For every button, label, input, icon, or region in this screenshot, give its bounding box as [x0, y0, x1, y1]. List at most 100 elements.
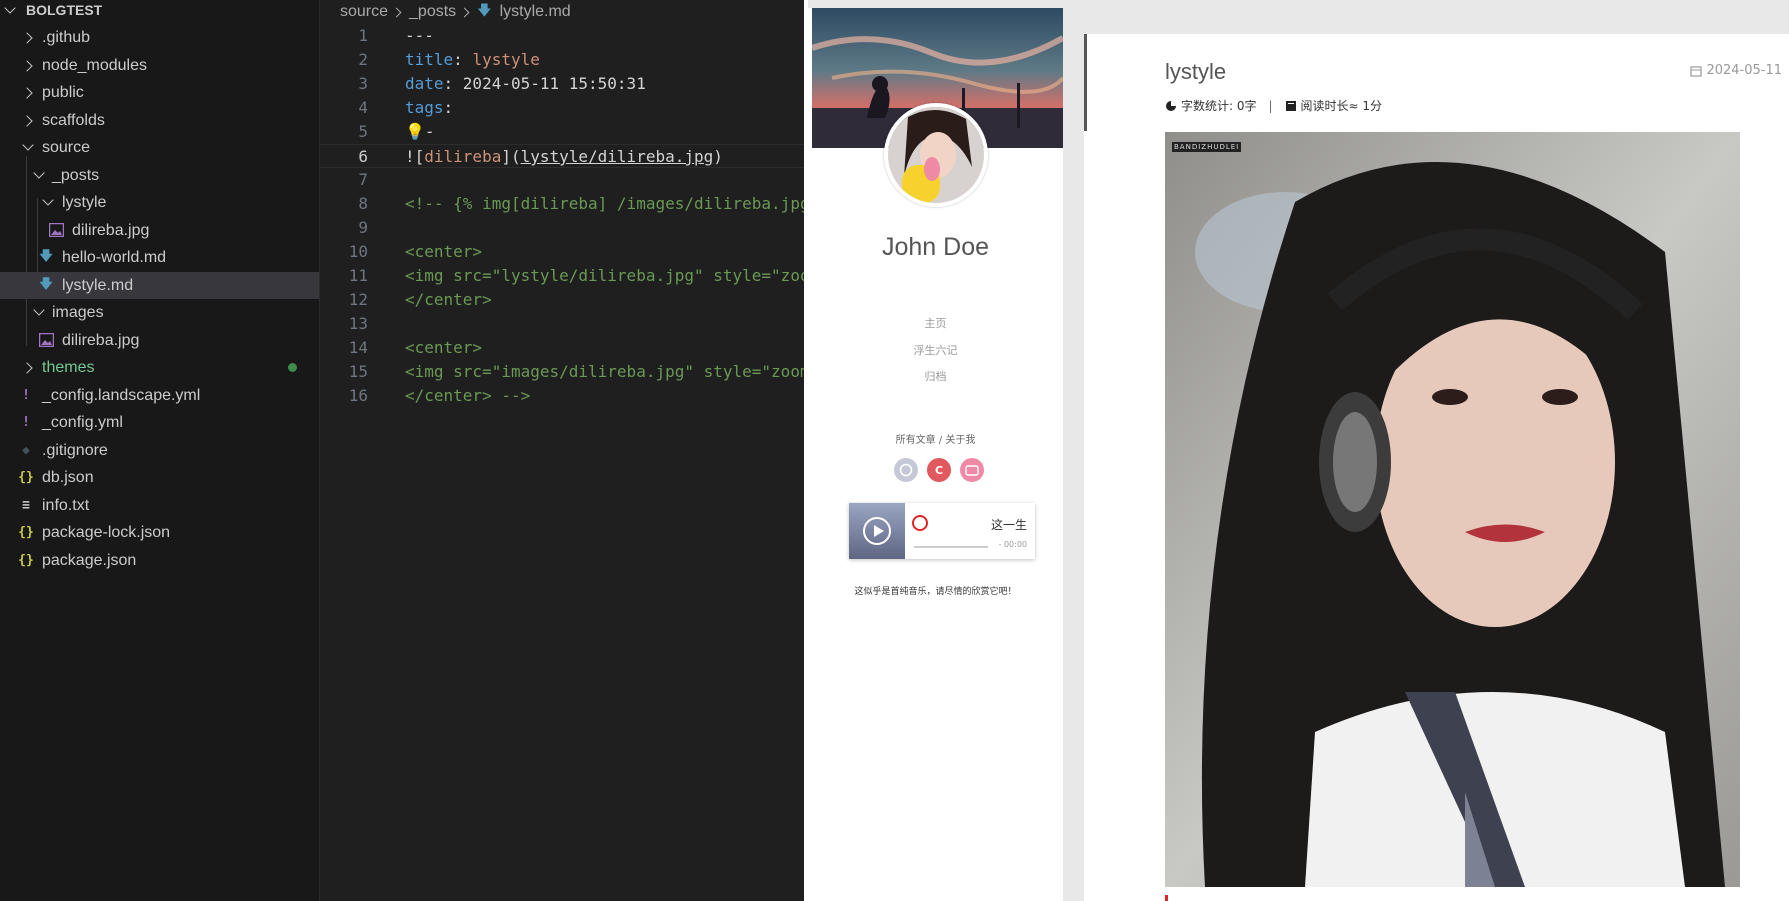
tree-file-package-json[interactable]: {} package.json	[0, 547, 319, 574]
code-line[interactable]: 2 title: lystyle	[320, 48, 804, 72]
breadcrumb-file[interactable]: lystyle.md	[500, 3, 571, 21]
tree-file-config-yml[interactable]: ! _config.yml	[0, 409, 319, 436]
md-image-mid: ](	[501, 147, 521, 166]
breadcrumb-source[interactable]: source	[340, 3, 388, 21]
modified-indicator-dot	[288, 363, 297, 372]
tree-folder-github[interactable]: .github	[0, 24, 319, 51]
bilibili-icon[interactable]	[960, 458, 984, 482]
code-line[interactable]: 15 <img src="images/dilireba.jpg" style="…	[320, 360, 804, 384]
chevron-right-icon	[21, 32, 33, 44]
progress-bar[interactable]	[914, 546, 988, 548]
md-image-close: )	[713, 147, 723, 166]
watermark: BANDIZHUDLEI	[1172, 142, 1242, 152]
line-number: 15	[348, 362, 368, 381]
yaml-icon: !	[22, 415, 30, 430]
line-code: <img src="images/dilireba.jpg" style="zo…	[405, 362, 804, 381]
nav-sublinks[interactable]: 所有文章 / 关于我	[808, 431, 1063, 446]
code-line[interactable]: 7	[320, 168, 804, 192]
code-line[interactable]: 16 </center> -->	[320, 384, 804, 408]
red-accent-mark	[1165, 895, 1168, 901]
author-avatar[interactable]	[884, 103, 988, 207]
line-number: 13	[348, 314, 368, 333]
breadcrumb-posts[interactable]: _posts	[409, 3, 456, 21]
tree-file-config-landscape-yml[interactable]: ! _config.landscape.yml	[0, 382, 319, 409]
line-code: <!-- {% img[dilireba] /images/dilireba.j…	[405, 194, 804, 213]
tree-folder-node-modules[interactable]: node_modules	[0, 52, 319, 79]
line-number: 7	[358, 170, 368, 189]
line-number: 12	[348, 290, 368, 309]
line-code: ---	[405, 26, 434, 45]
code-line[interactable]: 5 💡-	[320, 120, 804, 144]
article-card: lystyle 2024-05-11 字数统计: 0字 | 阅读时长≈ 1分 B…	[1084, 34, 1789, 901]
code-line[interactable]: 10 <center>	[320, 240, 804, 264]
line-number: 4	[358, 98, 368, 117]
tree-file-db-json[interactable]: {} db.json	[0, 464, 319, 491]
tree-folder-posts[interactable]: _posts	[0, 162, 319, 189]
tree-folder-themes[interactable]: themes	[0, 354, 319, 381]
netease-music-icon	[912, 515, 928, 531]
nav-diary-link[interactable]: 浮生六记	[808, 342, 1063, 358]
code-line[interactable]: 9	[320, 216, 804, 240]
code-line[interactable]: 3 date: 2024-05-11 15:50:31	[320, 72, 804, 96]
tree-file-lystyle-md[interactable]: 🡇 lystyle.md	[0, 272, 319, 299]
tree-folder-scaffolds[interactable]: scaffolds	[0, 107, 319, 134]
line-number: 5	[358, 122, 368, 141]
json-icon: {}	[18, 553, 34, 568]
md-image-alt: dilireba	[424, 147, 502, 166]
image-file-icon	[39, 333, 54, 347]
tree-file-info-txt[interactable]: ≡ info.txt	[0, 492, 319, 519]
article-title[interactable]: lystyle	[1165, 59, 1226, 85]
code-line[interactable]: 12 </center>	[320, 288, 804, 312]
author-name: John Doe	[881, 233, 990, 261]
word-count: 字数统计: 0字	[1181, 99, 1257, 113]
csdn-icon[interactable]: C	[927, 458, 951, 482]
tree-file-package-lock-json[interactable]: {} package-lock.json	[0, 519, 319, 546]
article-accent-border	[1084, 34, 1087, 131]
chevron-right-icon	[459, 7, 470, 17]
chevron-right-icon	[21, 87, 33, 99]
song-title: 这一生	[990, 518, 1027, 532]
code-line[interactable]: 11 <img src="lystyle/dilireba.jpg" style=…	[320, 264, 804, 288]
line-number: 8	[358, 194, 368, 213]
md-image-link[interactable]: lystyle/dilireba.jpg	[521, 147, 714, 166]
code-line[interactable]: 13	[320, 312, 804, 336]
chevron-down-icon	[4, 2, 16, 14]
album-cover	[849, 503, 905, 559]
code-line[interactable]: 14 <center>	[320, 336, 804, 360]
calendar-icon	[1690, 65, 1703, 77]
code-line[interactable]: 1 ---	[320, 24, 804, 48]
tree-folder-images[interactable]: images	[0, 299, 319, 326]
nav-home-link[interactable]: 主页	[808, 315, 1063, 331]
tree-file-images-dilireba-jpg[interactable]: dilireba.jpg	[0, 327, 319, 354]
yaml-key: date	[405, 74, 444, 93]
line-number: 9	[358, 218, 368, 237]
code-line[interactable]: 8 <!-- {% img[dilireba] /images/dilireba.…	[320, 192, 804, 216]
tree-file-gitignore[interactable]: ◆ .gitignore	[0, 437, 319, 464]
chevron-right-icon	[21, 362, 33, 374]
line-code: <center>	[405, 242, 483, 261]
chevron-down-icon	[33, 167, 45, 179]
explorer-root-folder[interactable]: BOLGTEST	[0, 0, 319, 20]
yaml-key: title	[405, 50, 454, 69]
tree-folder-source[interactable]: source	[0, 134, 319, 161]
yaml-value: lystyle	[472, 50, 540, 69]
tree-folder-lystyle[interactable]: lystyle	[0, 189, 319, 216]
lightbulb-icon[interactable]: 💡	[405, 122, 425, 141]
line-number: 2	[358, 50, 368, 69]
code-line-current[interactable]: 6 ![dilireba](lystyle/dilireba.jpg)	[320, 144, 804, 168]
nav-archive-link[interactable]: 归档	[808, 368, 1063, 384]
line-code: <img src="lystyle/dilireba.jpg" style="z…	[405, 266, 804, 285]
chevron-down-icon	[42, 194, 54, 206]
tree-file-hello-world-md[interactable]: 🡇 hello-world.md	[0, 244, 319, 271]
chevron-right-icon	[391, 7, 402, 17]
avatar-photo	[888, 107, 984, 203]
tree-file-dilireba-jpg[interactable]: dilireba.jpg	[0, 217, 319, 244]
play-icon[interactable]	[863, 517, 891, 545]
code-editor[interactable]: source _posts 🡇 lystyle.md 1 --- 2 title: …	[320, 0, 804, 901]
yaml-colon: :	[453, 50, 473, 69]
code-line[interactable]: 4 tags:	[320, 96, 804, 120]
tree-folder-public[interactable]: public	[0, 79, 319, 106]
github-icon[interactable]	[894, 458, 918, 482]
portrait-photo	[1165, 132, 1740, 887]
yaml-key: tags	[405, 98, 444, 117]
